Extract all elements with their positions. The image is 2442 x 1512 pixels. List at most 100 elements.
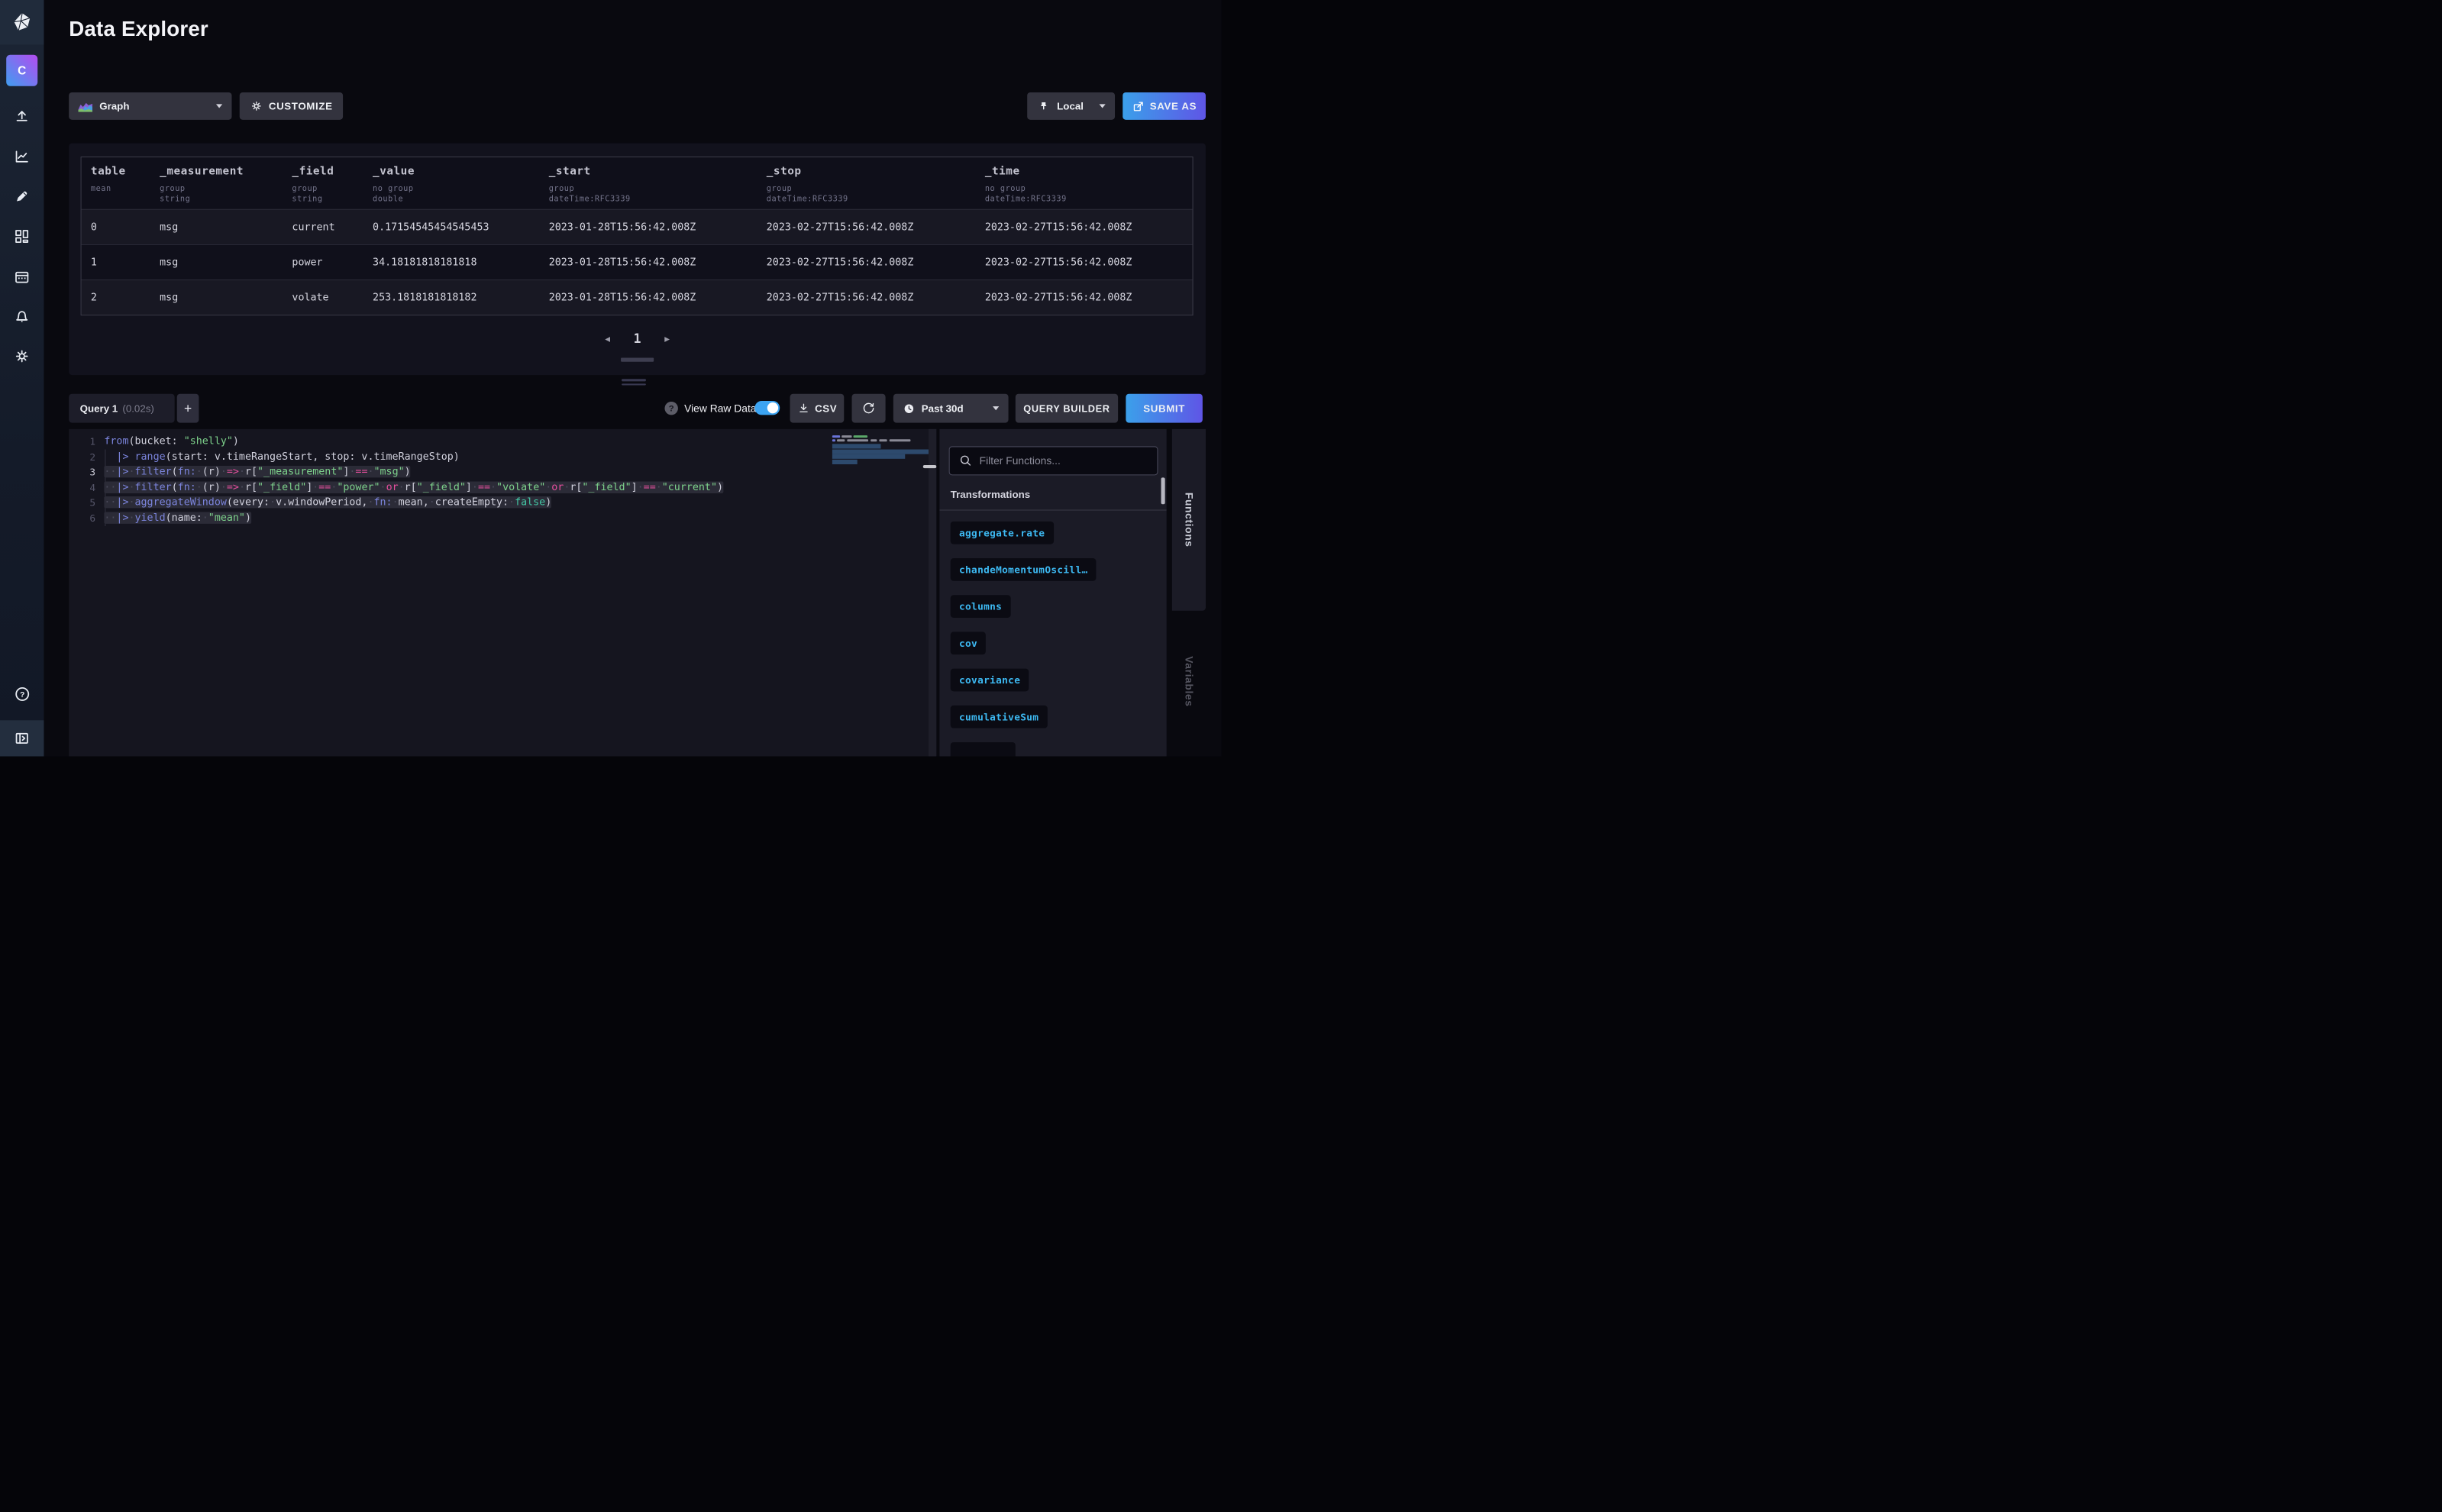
time-range-dropdown[interactable]: Past 30d (893, 394, 1009, 423)
area-chart-icon (79, 101, 92, 111)
line-number: 5 (69, 495, 104, 510)
prev-page-button[interactable]: ◂ (605, 332, 610, 344)
cube-logo-icon (11, 11, 33, 33)
functions-tab-label: Functions (1183, 493, 1194, 548)
table-row: 2msgvolate253.18181818181822023-01-28T15… (82, 279, 1193, 315)
sidebar: C (0, 0, 44, 756)
function-pill-partial[interactable] (951, 742, 1016, 756)
line-number: 2 (69, 449, 104, 464)
upload-icon (13, 107, 31, 124)
submit-button[interactable]: SUBMIT (1126, 394, 1202, 423)
code-line-4: 4··|>·filter(fn:·(r)·=>·r["_field"]·==·"… (69, 480, 830, 495)
toggle-knob (767, 402, 778, 413)
table-cell: 1 (82, 257, 150, 268)
function-pill-aggregate.rate[interactable]: aggregate.rate (951, 522, 1054, 544)
code-line-1: 1from(bucket: "shelly") (69, 434, 830, 449)
sidebar-expand-section[interactable] (0, 720, 44, 756)
query-tab[interactable]: Query 1 (0.02s) (69, 394, 174, 423)
time-range-label: Past 30d (922, 402, 964, 414)
next-page-button[interactable]: ▸ (664, 332, 670, 344)
sidebar-item-alerts[interactable] (0, 301, 44, 332)
sidebar-item-help[interactable]: ? (0, 678, 44, 709)
chevron-down-icon (993, 406, 999, 410)
search-icon (959, 454, 972, 467)
table-cell: 2023-01-28T15:56:42.008Z (539, 221, 757, 233)
code-area[interactable]: 1from(bucket: "shelly")2 |> range(start:… (69, 434, 830, 526)
table-cell: msg (150, 221, 283, 233)
table-cell: 2023-01-28T15:56:42.008Z (539, 292, 757, 303)
tab-variables[interactable]: Variables (1172, 656, 1206, 706)
download-icon (796, 402, 809, 415)
table-row: 1msgpower34.181818181818182023-01-28T15:… (82, 244, 1193, 279)
visualization-type-dropdown[interactable]: Graph (69, 92, 231, 120)
local-dropdown[interactable]: Local (1027, 92, 1115, 120)
line-chart-icon (13, 148, 31, 166)
sidebar-item-settings[interactable] (0, 341, 44, 372)
add-query-button[interactable]: + (177, 394, 199, 423)
table-cell: msg (150, 292, 283, 303)
table-row: 0msgcurrent0.171545454545454532023-01-28… (82, 209, 1193, 244)
table-cell: 0.17154545454545453 (363, 221, 540, 233)
query-builder-button[interactable]: QUERY BUILDER (1016, 394, 1118, 423)
influxdb-logo[interactable] (0, 0, 44, 44)
table-cell: 2 (82, 292, 150, 303)
csv-download-button[interactable]: CSV (790, 394, 845, 423)
sidebar-item-upload[interactable] (0, 100, 44, 131)
save-as-button[interactable]: SAVE AS (1122, 92, 1206, 120)
line-number: 1 (69, 434, 104, 449)
dashboard-grid-icon (13, 228, 31, 245)
raw-data-help-icon[interactable]: ? (664, 402, 677, 415)
table-cell: msg (150, 257, 283, 268)
gear-icon (13, 347, 31, 365)
sidebar-item-tasks[interactable] (0, 261, 44, 292)
table-header-row: tablemean_measurementgroupstring_fieldgr… (82, 157, 1193, 209)
function-pill-covariance[interactable]: covariance (951, 669, 1029, 692)
editor-scrollbar-track[interactable] (929, 429, 936, 757)
code-line-3: 3··|>·filter(fn:·(r)·=>·r["_measurement"… (69, 464, 830, 480)
export-icon (1132, 100, 1144, 112)
view-raw-data-label: View Raw Data (684, 402, 756, 414)
chevron-down-icon (216, 104, 222, 108)
pagination: ◂ 1 ▸ (69, 331, 1206, 346)
table-cell: 34.18181818181818 (363, 257, 540, 268)
flux-code-editor[interactable]: 1from(bucket: "shelly")2 |> range(start:… (69, 429, 936, 757)
customize-button[interactable]: CUSTOMIZE (240, 92, 343, 120)
sidebar-item-notebooks[interactable] (0, 181, 44, 212)
column-header-_measurement: _measurementgroupstring (150, 157, 283, 209)
column-header-_stop: _stopgroupdateTime:RFC3339 (757, 157, 975, 209)
page-indicator-underline (621, 358, 654, 362)
editor-resize-handle[interactable] (923, 465, 936, 468)
line-number: 6 (69, 510, 104, 525)
table-cell: 2023-02-27T15:56:42.008Z (976, 221, 1193, 233)
function-pill-chandeMomentumOscill[interactable]: chandeMomentumOscill… (951, 558, 1097, 581)
table-cell: 2023-02-27T15:56:42.008Z (757, 292, 975, 303)
table-cell: power (283, 257, 363, 268)
functions-scrollbar-thumb[interactable] (1161, 477, 1165, 504)
variables-tab-label: Variables (1183, 656, 1194, 706)
function-pill-cumulativeSum[interactable]: cumulativeSum (951, 706, 1048, 729)
function-pill-columns[interactable]: columns (951, 595, 1011, 618)
function-pill-cov[interactable]: cov (951, 632, 987, 654)
filter-functions-input[interactable]: Filter Functions... (949, 446, 1158, 475)
page-number[interactable]: 1 (634, 331, 641, 346)
sidebar-item-explore[interactable] (0, 141, 44, 173)
raw-data-table: tablemean_measurementgroupstring_fieldgr… (81, 157, 1194, 315)
panel-resize-handle[interactable] (622, 379, 646, 387)
calendar-icon (13, 269, 31, 286)
table-cell: 2023-02-27T15:56:42.008Z (976, 292, 1193, 303)
table-cell: volate (283, 292, 363, 303)
avatar[interactable]: C (6, 55, 37, 86)
refresh-button[interactable] (852, 394, 886, 423)
view-raw-data-toggle[interactable] (754, 401, 780, 415)
sidebar-item-dashboards[interactable] (0, 221, 44, 252)
line-number: 3 (69, 464, 104, 480)
clock-icon (903, 402, 915, 414)
table-cell: 0 (82, 221, 150, 233)
query-duration: (0.02s) (122, 402, 153, 414)
local-label: Local (1057, 100, 1084, 111)
svg-text:?: ? (20, 690, 24, 699)
column-header-table: tablemean (82, 157, 150, 209)
tab-functions[interactable]: Functions (1172, 429, 1206, 611)
pencil-icon (13, 188, 31, 205)
help-circle-icon: ? (13, 685, 31, 703)
